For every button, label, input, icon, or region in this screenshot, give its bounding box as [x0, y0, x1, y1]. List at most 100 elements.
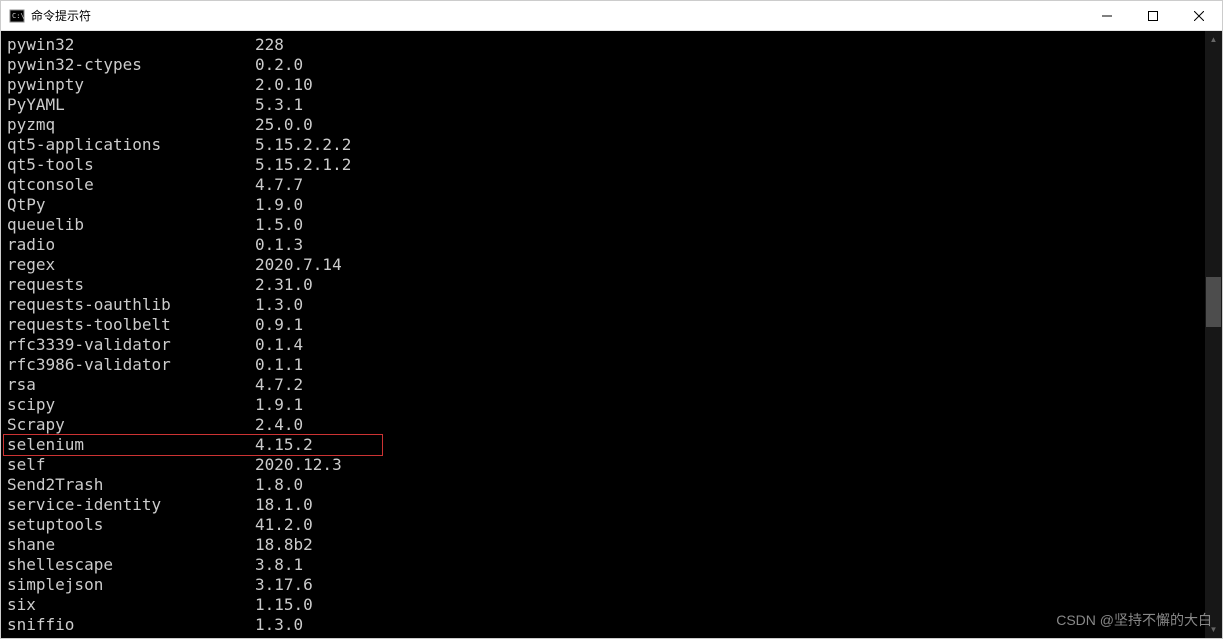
package-version: 18.8b2	[255, 535, 313, 555]
package-row: requests-toolbelt0.9.1	[7, 315, 1199, 335]
terminal-output[interactable]: pywin32228pywin32-ctypes0.2.0pywinpty2.0…	[1, 31, 1205, 638]
package-name: PyYAML	[7, 95, 255, 115]
package-row: rfc3339-validator0.1.4	[7, 335, 1199, 355]
package-version: 4.15.2	[255, 435, 313, 455]
package-version: 228	[255, 35, 284, 55]
package-version: 1.8.0	[255, 475, 303, 495]
terminal-body: pywin32228pywin32-ctypes0.2.0pywinpty2.0…	[1, 31, 1222, 638]
minimize-button[interactable]	[1084, 1, 1130, 31]
scroll-down-icon[interactable]: ▼	[1205, 621, 1222, 638]
package-version: 1.9.1	[255, 395, 303, 415]
package-name: six	[7, 595, 255, 615]
package-name: qt5-applications	[7, 135, 255, 155]
package-name: pyzmq	[7, 115, 255, 135]
window-title: 命令提示符	[31, 7, 1084, 24]
package-version: 3.17.6	[255, 575, 313, 595]
package-version: 4.7.2	[255, 375, 303, 395]
package-name: rfc3339-validator	[7, 335, 255, 355]
package-row: scipy1.9.1	[7, 395, 1199, 415]
package-version: 1.5.0	[255, 215, 303, 235]
package-row: PyYAML5.3.1	[7, 95, 1199, 115]
package-version: 2.31.0	[255, 275, 313, 295]
package-name: scipy	[7, 395, 255, 415]
package-row: self2020.12.3	[7, 455, 1199, 475]
titlebar: C:\ 命令提示符	[1, 1, 1222, 31]
package-name: pywin32-ctypes	[7, 55, 255, 75]
package-row: pywin32228	[7, 35, 1199, 55]
package-name: rsa	[7, 375, 255, 395]
package-name: selenium	[7, 435, 255, 455]
package-name: queuelib	[7, 215, 255, 235]
package-row: qt5-applications5.15.2.2.2	[7, 135, 1199, 155]
package-name: simplejson	[7, 575, 255, 595]
package-name: Scrapy	[7, 415, 255, 435]
package-row: rsa4.7.2	[7, 375, 1199, 395]
package-row: pyzmq25.0.0	[7, 115, 1199, 135]
package-version: 1.9.0	[255, 195, 303, 215]
package-row: simplejson3.17.6	[7, 575, 1199, 595]
package-version: 18.1.0	[255, 495, 313, 515]
package-version: 5.15.2.2.2	[255, 135, 351, 155]
package-row: requests2.31.0	[7, 275, 1199, 295]
svg-text:C:\: C:\	[12, 12, 25, 20]
package-name: qt5-tools	[7, 155, 255, 175]
close-button[interactable]	[1176, 1, 1222, 31]
package-row: shellescape3.8.1	[7, 555, 1199, 575]
package-name: regex	[7, 255, 255, 275]
maximize-button[interactable]	[1130, 1, 1176, 31]
package-name: service-identity	[7, 495, 255, 515]
package-version: 2020.12.3	[255, 455, 342, 475]
package-name: pywinpty	[7, 75, 255, 95]
package-version: 1.3.0	[255, 615, 303, 635]
scrollbar-track[interactable]	[1205, 48, 1222, 621]
package-version: 0.1.3	[255, 235, 303, 255]
package-row: pywinpty2.0.10	[7, 75, 1199, 95]
package-row: regex2020.7.14	[7, 255, 1199, 275]
scrollbar-thumb[interactable]	[1206, 277, 1221, 327]
package-version: 2.0.10	[255, 75, 313, 95]
package-version: 3.8.1	[255, 555, 303, 575]
package-version: 2.4.0	[255, 415, 303, 435]
vertical-scrollbar[interactable]: ▲ ▼	[1205, 31, 1222, 638]
package-version: 4.7.7	[255, 175, 303, 195]
package-version: 5.15.2.1.2	[255, 155, 351, 175]
package-version: 0.1.4	[255, 335, 303, 355]
window-controls	[1084, 1, 1222, 31]
package-version: 1.3.0	[255, 295, 303, 315]
package-version: 25.0.0	[255, 115, 313, 135]
package-name: shellescape	[7, 555, 255, 575]
package-row: radio0.1.3	[7, 235, 1199, 255]
package-row: QtPy1.9.0	[7, 195, 1199, 215]
package-row: qtconsole4.7.7	[7, 175, 1199, 195]
package-row: setuptools41.2.0	[7, 515, 1199, 535]
package-name: self	[7, 455, 255, 475]
package-version: 0.1.1	[255, 355, 303, 375]
package-row: requests-oauthlib1.3.0	[7, 295, 1199, 315]
package-row: selenium4.15.2	[7, 435, 383, 455]
package-name: rfc3986-validator	[7, 355, 255, 375]
scroll-up-icon[interactable]: ▲	[1205, 31, 1222, 48]
cmd-icon: C:\	[9, 8, 25, 24]
package-version: 5.3.1	[255, 95, 303, 115]
package-name: requests	[7, 275, 255, 295]
package-version: 2020.7.14	[255, 255, 342, 275]
package-row: sniffio1.3.0	[7, 615, 1199, 635]
package-name: requests-oauthlib	[7, 295, 255, 315]
package-row: Scrapy2.4.0	[7, 415, 1199, 435]
package-row: qt5-tools5.15.2.1.2	[7, 155, 1199, 175]
package-version: 0.2.0	[255, 55, 303, 75]
package-name: radio	[7, 235, 255, 255]
package-row: service-identity18.1.0	[7, 495, 1199, 515]
package-row: shane18.8b2	[7, 535, 1199, 555]
package-row: pywin32-ctypes0.2.0	[7, 55, 1199, 75]
package-name: requests-toolbelt	[7, 315, 255, 335]
package-name: Send2Trash	[7, 475, 255, 495]
package-name: qtconsole	[7, 175, 255, 195]
package-version: 41.2.0	[255, 515, 313, 535]
package-name: shane	[7, 535, 255, 555]
package-name: sniffio	[7, 615, 255, 635]
package-row: six1.15.0	[7, 595, 1199, 615]
package-version: 0.9.1	[255, 315, 303, 335]
package-version: 1.15.0	[255, 595, 313, 615]
package-row: rfc3986-validator0.1.1	[7, 355, 1199, 375]
